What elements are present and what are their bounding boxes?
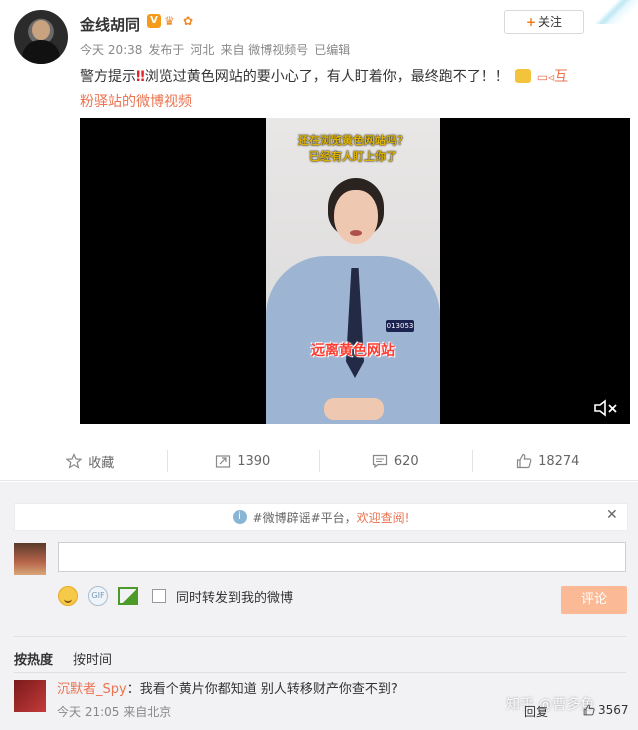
corner-decoration — [588, 0, 638, 24]
follow-label: 关注 — [538, 15, 563, 29]
favorite-button[interactable]: 收藏 — [14, 444, 167, 478]
posted-from-prefix: 发布于 — [148, 43, 185, 57]
verified-icon: V — [147, 14, 161, 28]
gif-icon[interactable]: GIF — [88, 586, 108, 606]
like-count: 18274 — [538, 453, 580, 469]
author-avatar[interactable] — [14, 10, 68, 64]
sort-by-time-tab[interactable]: 按时间 — [73, 649, 112, 668]
comment-button[interactable]: 620 — [319, 444, 472, 478]
video-link-icon[interactable]: ▭◃ — [537, 70, 554, 84]
thumbs-up-icon — [516, 453, 532, 469]
video-caption-top-2: 已经有人盯上你了 — [309, 150, 397, 163]
my-avatar[interactable] — [14, 543, 46, 575]
submit-comment-button[interactable]: 评论 — [561, 586, 627, 614]
sync-repost-label[interactable]: 同时转发到我的微博 — [176, 587, 293, 606]
video-caption-bottom: 远离黄色网站 — [311, 343, 395, 359]
edited-label[interactable]: 已编辑 — [314, 43, 350, 57]
comment-input[interactable] — [58, 542, 626, 572]
emoji-icon — [514, 69, 531, 83]
sync-repost-checkbox[interactable] — [152, 589, 166, 603]
post-text-line1: 警方提示‼浏览过黄色网站的要小心了，有人盯着你，最终跑不了！！ ▭◃互 — [80, 66, 568, 86]
video-link-part2[interactable]: 粉驿站的微博视频 — [80, 91, 192, 111]
video-caption-top-1: 还在浏览黄色网站吗？ — [298, 134, 408, 147]
commenter-avatar[interactable] — [14, 680, 46, 712]
plus-icon: + — [525, 15, 537, 29]
rumor-notice: i #微博辟谣#平台， 欢迎查阅! — [14, 503, 628, 531]
comment-like-button[interactable]: 3567 — [583, 703, 629, 717]
repost-button[interactable]: 1390 — [166, 444, 320, 478]
presenter-mouth — [350, 230, 362, 236]
follow-button[interactable]: + 关注 — [504, 10, 584, 34]
star-icon — [66, 453, 83, 469]
emoji-picker-icon[interactable] — [58, 586, 78, 606]
post-source[interactable]: 来自 微博视频号 — [220, 43, 308, 57]
notice-link[interactable]: 欢迎查阅! — [357, 509, 410, 526]
post-text-prefix: 警方提示 — [80, 69, 136, 85]
close-icon[interactable]: ✕ — [606, 507, 618, 523]
post-text-main: 浏览过黄色网站的要小心了，有人盯着你，最终跑不了！！ — [144, 69, 509, 85]
separator — [14, 672, 626, 673]
sort-by-hot-tab[interactable]: 按热度 — [14, 649, 53, 668]
video-frame[interactable]: 还在浏览黄色网站吗？ 已经有人盯上你了 013053 远离黄色网站 — [266, 118, 440, 424]
presenter-hands — [324, 398, 384, 420]
member-icon: ♛ — [164, 14, 175, 28]
repost-count: 1390 — [237, 453, 271, 469]
comment-sort: 按热度 按时间 — [14, 649, 112, 668]
repost-icon — [216, 455, 231, 468]
fan-badge-icon: ✿ — [183, 14, 194, 28]
comment-text: ：我看个黄片你都知道 别人转移财产你查不到? — [126, 682, 398, 697]
notice-text[interactable]: #微博辟谣#平台， — [253, 509, 357, 526]
composer-tools: GIF 同时转发到我的微博 — [58, 586, 293, 606]
like-button[interactable]: 18274 — [471, 444, 625, 478]
post-meta: 今天 20:38 发布于 河北 来自 微博视频号 已编辑 — [80, 41, 356, 58]
comment-meta: 今天 21:05 来自北京 — [57, 703, 171, 720]
post-location: 河北 — [190, 43, 215, 57]
police-badge-number: 013053 — [386, 320, 414, 332]
double-exclamation-icon: ‼ — [136, 69, 145, 85]
separator — [14, 636, 626, 637]
favorite-label: 收藏 — [88, 455, 115, 471]
mute-icon[interactable] — [592, 398, 620, 418]
divider — [0, 480, 638, 481]
thumbs-up-icon — [583, 704, 595, 716]
action-bar: 收藏 1390 620 18274 — [14, 444, 624, 478]
info-icon: i — [232, 510, 247, 524]
author-name[interactable]: 金线胡同 — [80, 14, 140, 35]
comment-icon — [372, 454, 387, 469]
comment-location: 来自北京 — [123, 705, 172, 719]
video-link-part1[interactable]: 互 — [554, 69, 568, 85]
comment-body: 沉默者_Spy：我看个黄片你都知道 别人转移财产你查不到? — [57, 678, 398, 697]
comment-like-count: 3567 — [598, 703, 629, 717]
image-upload-icon[interactable] — [118, 587, 138, 605]
watermark: 知乎 @曹多鱼 — [506, 697, 595, 713]
post-time[interactable]: 今天 20:38 — [80, 43, 142, 57]
comment-count: 620 — [393, 453, 419, 469]
author-badges: V ♛ ✿ — [147, 14, 199, 28]
reply-button[interactable]: 回复 — [524, 703, 548, 720]
sort-divider — [76, 651, 77, 665]
comment-time: 今天 21:05 — [57, 705, 120, 719]
commenter-name[interactable]: 沉默者_Spy — [57, 682, 127, 697]
